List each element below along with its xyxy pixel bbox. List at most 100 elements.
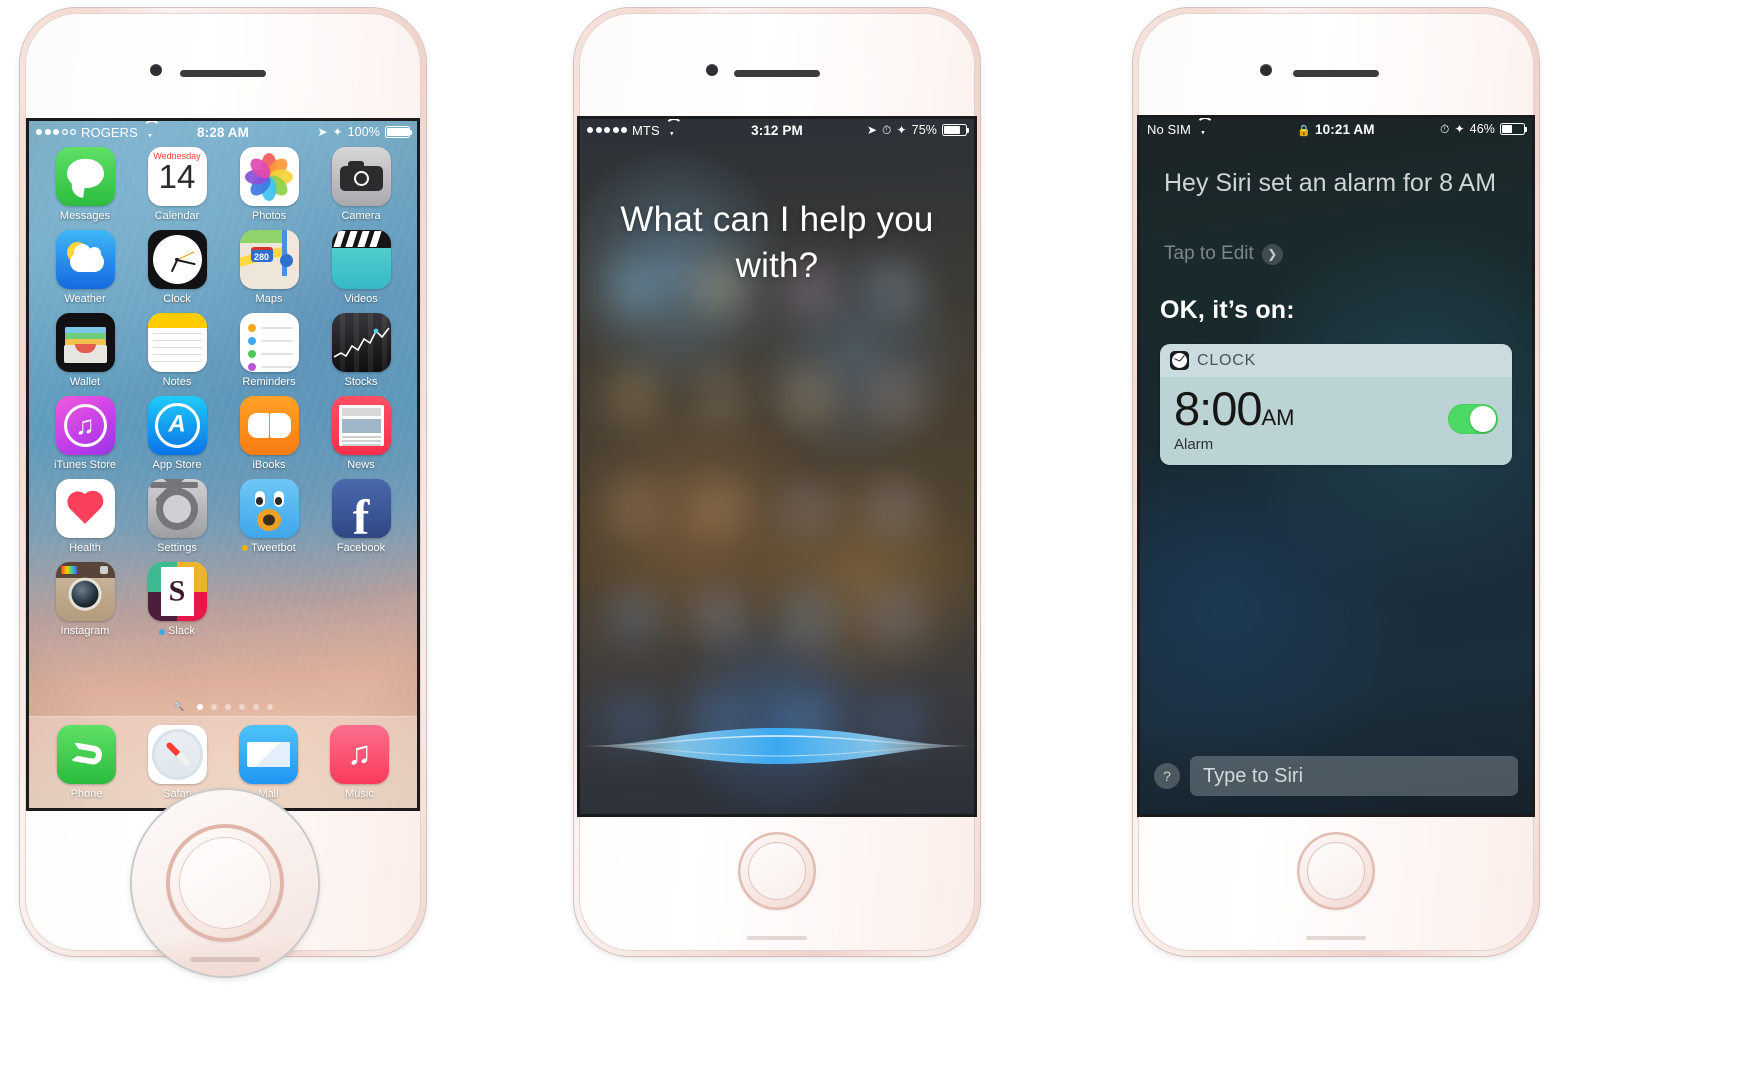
alarm-time-ampm: AM	[1261, 405, 1295, 430]
app-stocks[interactable]: Stocks	[315, 313, 407, 388]
app-photos[interactable]: Photos	[223, 147, 315, 222]
app-label: iTunes Store	[54, 459, 116, 472]
app-wallet[interactable]: Wallet	[39, 313, 131, 388]
app-health[interactable]: Health	[39, 479, 131, 554]
dock-app-mail[interactable]: Mail	[239, 724, 298, 800]
notes-icon	[147, 313, 207, 373]
app-icon-grid: Messages Wednesday 14 Calendar Photos Ca…	[29, 147, 417, 638]
reminders-icon	[239, 313, 299, 373]
app-notes[interactable]: Notes	[131, 313, 223, 388]
home-button[interactable]	[1297, 832, 1375, 910]
siri-waveform	[580, 722, 974, 770]
app-facebook[interactable]: f Facebook	[315, 479, 407, 554]
alarm-time-value: 8:00	[1174, 382, 1262, 435]
app-label: Instagram	[60, 625, 110, 638]
type-to-siri-input[interactable]: Type to Siri	[1190, 756, 1518, 796]
bluetooth-icon: ✦	[896, 123, 907, 137]
maps-icon: 280	[239, 230, 299, 290]
siri-query-text: Hey Siri set an alarm for 8 AM	[1164, 169, 1497, 197]
bottom-speaker	[747, 936, 807, 940]
alarm-card-app-name: CLOCK	[1197, 351, 1257, 369]
app-instagram[interactable]: Instagram	[39, 562, 131, 637]
app-label: Slack	[159, 625, 195, 637]
app-label: Camera	[341, 210, 381, 222]
dock-app-music[interactable]: ♫ Music	[330, 724, 389, 800]
status-bar-siri: MTS 3:12 PM ➤ ⏱ ✦ 75%	[580, 119, 974, 141]
wallet-icon	[55, 313, 115, 373]
maps-route-shield: 280	[250, 247, 273, 263]
settings-icon	[147, 479, 207, 539]
battery-percent-label: 75%	[911, 123, 937, 137]
wifi-icon	[665, 125, 679, 136]
siri-confirmation-text: OK, it’s on:	[1160, 296, 1295, 324]
bluetooth-icon: ✦	[332, 125, 343, 139]
alarm-toggle-switch[interactable]	[1448, 404, 1498, 434]
app-store-icon: A	[147, 396, 207, 456]
battery-percent-label: 46%	[1469, 122, 1495, 136]
alarm-clock-icon: ⏱	[882, 122, 892, 137]
carrier-label: ROGERS	[81, 124, 138, 140]
news-icon	[331, 396, 391, 456]
app-label: Clock	[163, 293, 191, 306]
clock-icon	[147, 230, 207, 290]
app-calendar[interactable]: Wednesday 14 Calendar	[131, 147, 223, 222]
camera-icon	[331, 147, 391, 206]
app-slack[interactable]: S Slack	[131, 562, 223, 637]
dock-app-phone[interactable]: Phone	[57, 724, 116, 800]
earpiece-speaker	[1293, 70, 1379, 77]
ibooks-icon	[239, 396, 299, 456]
type-to-siri-placeholder: Type to Siri	[1203, 764, 1304, 787]
signal-strength-icon	[36, 129, 76, 135]
tap-to-edit-button[interactable]: Tap to Edit ❯	[1164, 243, 1283, 265]
clock-icon	[1170, 351, 1189, 370]
app-weather[interactable]: Weather	[39, 230, 131, 305]
app-videos[interactable]: Videos	[315, 230, 407, 305]
toggle-knob	[1470, 406, 1496, 432]
app-tweetbot[interactable]: Tweetbot	[223, 479, 315, 554]
app-label: App Store	[152, 459, 202, 472]
status-bar-siri-result: No SIM 🔒 10:21 AM ⏱ ✦ 46%	[1140, 118, 1532, 140]
wifi-icon	[1196, 124, 1210, 135]
app-camera[interactable]: Camera	[315, 147, 407, 222]
search-icon[interactable]: 🔍	[173, 701, 184, 712]
unread-dot	[159, 628, 166, 635]
stocks-icon	[331, 313, 391, 373]
app-label-text: Tweetbot	[251, 542, 296, 555]
slack-icon: S	[147, 562, 207, 622]
question-mark-icon[interactable]: ?	[1154, 763, 1180, 789]
app-maps[interactable]: 280 Maps	[223, 230, 315, 305]
magnified-home-button[interactable]	[166, 824, 284, 942]
front-camera-icon	[1260, 64, 1272, 76]
app-itunes-store[interactable]: ♫ iTunes Store	[39, 396, 131, 471]
instagram-icon	[55, 562, 115, 622]
app-ibooks[interactable]: iBooks	[223, 396, 315, 471]
app-label: Photos	[251, 210, 287, 222]
chevron-right-icon[interactable]: ❯	[1261, 243, 1283, 265]
battery-icon	[942, 124, 970, 136]
safari-icon	[148, 724, 207, 784]
app-label: Reminders	[242, 376, 296, 389]
app-label: Facebook	[336, 542, 386, 555]
facebook-icon: f	[331, 479, 391, 539]
alarm-sub-label: Alarm	[1174, 436, 1214, 453]
videos-icon	[331, 230, 391, 290]
location-arrow-icon: ➤	[866, 123, 878, 137]
dock-app-safari[interactable]: Safari	[148, 724, 207, 800]
app-messages[interactable]: Messages	[39, 147, 131, 222]
app-news[interactable]: News	[315, 396, 407, 471]
page-indicator[interactable]: 🔍	[29, 701, 417, 712]
home-button[interactable]	[738, 832, 816, 910]
app-label: Videos	[344, 293, 378, 306]
app-label: Maps	[255, 293, 283, 306]
app-app-store[interactable]: A App Store	[131, 396, 223, 471]
battery-percent-label: 100%	[347, 125, 380, 139]
phone-siri-result: No SIM 🔒 10:21 AM ⏱ ✦ 46% Hey Siri set a…	[1133, 8, 1539, 956]
app-label: Phone	[70, 787, 103, 800]
app-label: Stocks	[344, 376, 378, 389]
alarm-result-card[interactable]: CLOCK 8:00AM Alarm	[1160, 344, 1512, 465]
app-clock[interactable]: Clock	[131, 230, 223, 305]
app-reminders[interactable]: Reminders	[223, 313, 315, 388]
mail-icon	[239, 724, 298, 784]
app-label-text: Slack	[168, 625, 195, 638]
app-settings[interactable]: Settings	[131, 479, 223, 554]
